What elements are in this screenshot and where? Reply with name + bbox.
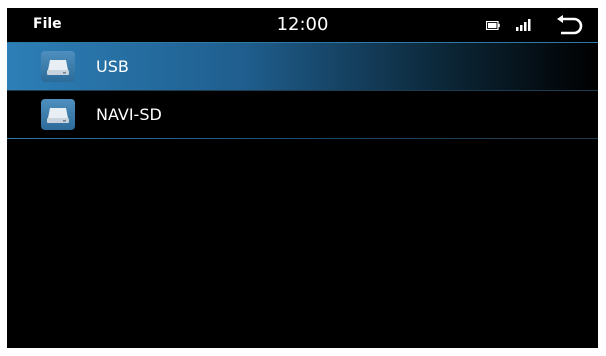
drive-item-usb[interactable]: USB xyxy=(7,42,598,91)
battery-icon xyxy=(486,21,500,30)
drive-label: NAVI-SD xyxy=(96,105,162,124)
drive-icon xyxy=(41,51,75,82)
file-browser-screen: File 12:00 USB NAVI-SD xyxy=(7,8,598,348)
clock: 12:00 xyxy=(276,14,329,35)
row-divider xyxy=(7,138,527,139)
signal-icon xyxy=(516,19,531,31)
drive-item-navi-sd[interactable]: NAVI-SD xyxy=(7,91,598,139)
drive-icon xyxy=(41,99,75,130)
back-arrow-icon xyxy=(557,15,583,35)
drive-list: USB NAVI-SD xyxy=(7,42,598,139)
drive-label: USB xyxy=(96,57,129,76)
back-button[interactable] xyxy=(555,14,585,38)
status-bar: File 12:00 xyxy=(7,8,598,42)
